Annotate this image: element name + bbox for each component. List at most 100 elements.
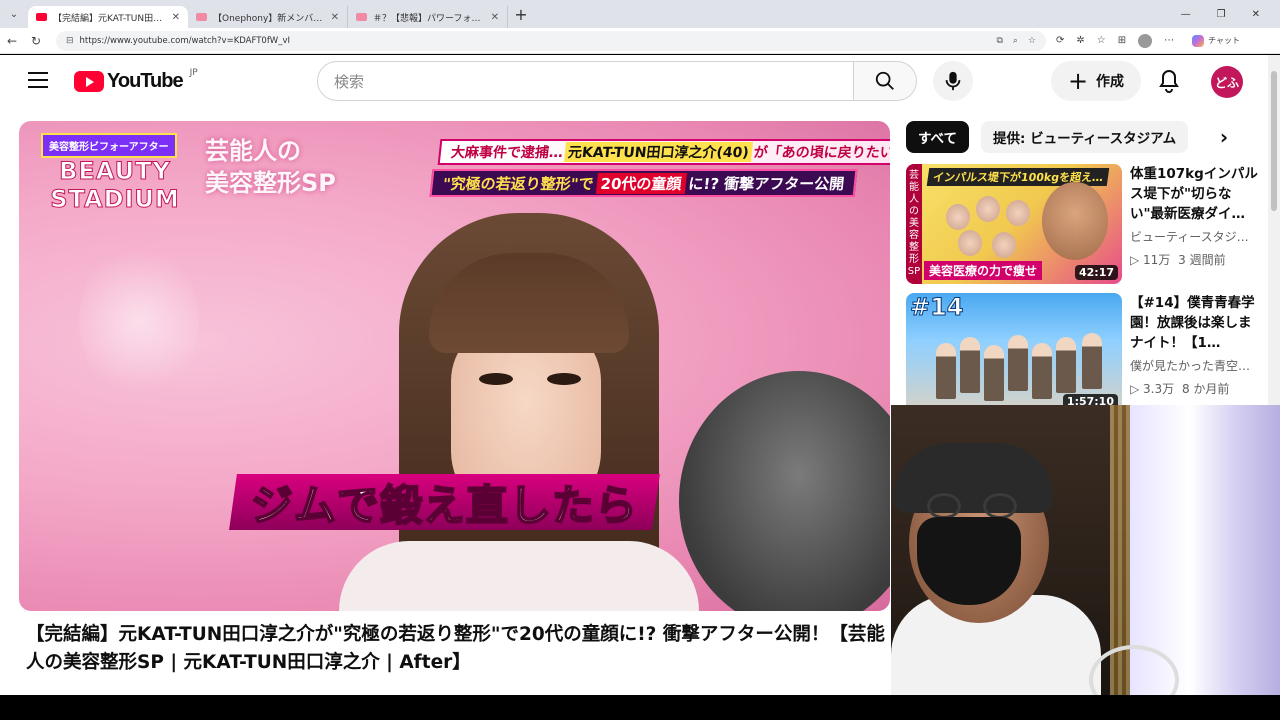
chevron-right-icon[interactable]: › — [1212, 125, 1236, 149]
window-controls: — ❐ ✕ — [1181, 9, 1280, 20]
recommendation-meta: 体重107kgインパルス堤下が"切らない"最新医療ダイ… ビューティースタジ… … — [1130, 164, 1258, 268]
url-actions: ⧉ ⌕ ☆ — [996, 36, 1036, 46]
recommendation-thumbnail[interactable]: #14 1:57:10 — [906, 293, 1122, 413]
url-field[interactable]: ⊟ https://www.youtube.com/watch?v=KDAFT0… — [56, 30, 1046, 51]
play-icon: ▷ — [1130, 253, 1144, 267]
webcam-glasses — [927, 493, 961, 519]
chip-sponsor[interactable]: 提供: ビューティースタジアム — [981, 121, 1189, 153]
account-avatar[interactable]: どふ — [1211, 66, 1243, 98]
recommendation-item[interactable]: 芸能人の美容整形SP インパルス堤下が100kgを超え… 美容医療の力で痩せ 4… — [906, 164, 1266, 284]
favorite-star-icon[interactable]: ☆ — [1028, 36, 1036, 46]
thumb-strip-text: 芸能人の美容整形SP — [906, 164, 922, 284]
create-button[interactable]: + 作成 — [1051, 61, 1141, 101]
site-info-icon[interactable]: ⊟ — [66, 36, 74, 46]
video-frame-interviewer — [679, 371, 890, 611]
close-tab-icon[interactable]: ✕ — [331, 12, 339, 23]
refresh-extension-icon[interactable]: ⟳ — [1056, 35, 1064, 46]
badge-title: BEAUTY STADIUM — [50, 157, 180, 214]
search-icon — [875, 71, 894, 90]
back-arrow-icon[interactable]: ← — [0, 34, 24, 48]
chat-label: チャット — [1208, 36, 1241, 45]
headline-banner-1: 大麻事件で逮捕… 元KAT-TUN田口淳之介(40) が「あの頃に戻りたい」 — [437, 139, 890, 165]
notifications-button[interactable] — [1155, 67, 1183, 95]
recommendation-channel[interactable]: ビューティースタジ… — [1130, 228, 1258, 245]
chip-all[interactable]: すべて — [906, 121, 970, 153]
webcam-hat — [893, 443, 1053, 513]
bell-icon — [1159, 69, 1179, 93]
close-tab-icon[interactable]: ✕ — [172, 12, 180, 23]
headline-banner-2: "究極の若返り整形"で 20代の童顔 に!? 衝撃アフター公開 — [429, 169, 858, 197]
headline1-part-b: 元KAT-TUN田口淳之介(40) — [563, 142, 753, 162]
recommendation-stats: ▷ 11万 3 週間前 — [1130, 251, 1258, 268]
upload-age: 8 か月前 — [1181, 382, 1230, 396]
address-bar-row: ← ↻ ⊟ https://www.youtube.com/watch?v=KD… — [0, 28, 1280, 54]
search-input[interactable]: 検索 — [317, 61, 855, 101]
browser-tab-onephony[interactable]: 【Onephony】新メンバーオーディション ✕ — [188, 6, 348, 28]
reload-icon[interactable]: ↻ — [24, 34, 48, 48]
background-sparkle — [79, 241, 199, 401]
thumb-episode-number: #14 — [910, 293, 965, 322]
tab-favicon-icon — [356, 13, 367, 21]
menu-icon[interactable] — [28, 72, 48, 88]
show-badge: 美容整形ビフォーアフター BEAUTY STADIUM — [41, 133, 189, 221]
tab-title: ＃？【悲報】パワーフォース最終決戦 — [373, 13, 485, 24]
youtube-play-icon — [74, 71, 104, 92]
profile-avatar-icon[interactable] — [1138, 33, 1153, 48]
favorites-icon[interactable]: ☆ — [1097, 35, 1106, 46]
voice-search-button[interactable] — [933, 61, 973, 101]
view-count: 11万 — [1143, 253, 1171, 267]
recommendation-item[interactable]: #14 1:57:10 【#14】僕青青春学園！放課後は楽しまナイト！【1… 僕… — [906, 293, 1266, 413]
headline2-part-a: "究極の若返り整形"で — [442, 174, 595, 193]
youtube-logo[interactable]: YouTube JP — [74, 68, 198, 93]
headline1-part-a: 大麻事件で逮捕… — [450, 145, 564, 161]
tab-list-chevron-icon[interactable]: ⌄ — [0, 0, 28, 28]
zoom-icon[interactable]: ⌕ — [1013, 36, 1018, 46]
translate-icon[interactable]: ⧉ — [996, 36, 1002, 46]
scrollbar-thumb[interactable] — [1271, 71, 1277, 211]
upload-age: 3 週間前 — [1178, 253, 1226, 267]
browser-toolbar: ⟳ ✲ ☆ ⊞ ⋯ チャット — [1056, 33, 1241, 48]
browser-tab-youtube[interactable]: 【完結編】元KAT-TUN田口淳之介 ✕ — [28, 6, 188, 28]
copilot-chat-button[interactable]: チャット — [1192, 34, 1241, 47]
duration-badge: 42:17 — [1074, 265, 1118, 280]
close-window-icon[interactable]: ✕ — [1252, 9, 1260, 20]
caption-text: ジムで鍛え直したら — [250, 480, 639, 531]
headline2-part-c: に!? 衝撃アフター公開 — [687, 174, 846, 193]
video-caption: ジムで鍛え直したら — [229, 474, 660, 531]
url-text: https://www.youtube.com/watch?v=KDAFT0fW… — [79, 35, 291, 46]
video-player[interactable]: 美容整形ビフォーアフター BEAUTY STADIUM 芸能人の 美容整形SP … — [19, 121, 890, 611]
restore-icon[interactable]: ❐ — [1217, 9, 1226, 20]
extensions-icon[interactable]: ✲ — [1076, 35, 1084, 46]
tab-title: 【完結編】元KAT-TUN田口淳之介 — [53, 13, 166, 24]
recommendation-meta: 【#14】僕青青春学園！放課後は楽しまナイト！【1… 僕が見たかった青空… ▷ … — [1130, 293, 1258, 397]
recommendation-stats: ▷ 3.3万 8 か月前 — [1130, 380, 1258, 397]
tab-title: 【Onephony】新メンバーオーディション — [213, 13, 325, 24]
thumb-bottom-text: 美容医療の力で痩せ — [924, 261, 1043, 280]
new-tab-button[interactable]: + — [508, 5, 534, 24]
logo-wordmark: YouTube — [107, 70, 184, 92]
show-title-line2: 美容整形SP — [205, 169, 336, 197]
recommendation-title[interactable]: 体重107kgインパルス堤下が"切らない"最新医療ダイ… — [1130, 164, 1258, 224]
copilot-icon — [1192, 34, 1205, 47]
bottom-black-bar — [0, 696, 1280, 720]
masthead: YouTube JP 検索 + 作成 どふ — [0, 55, 1280, 111]
show-title-line1: 芸能人の — [205, 137, 301, 165]
play-icon: ▷ — [1130, 382, 1144, 396]
recommendation-thumbnail[interactable]: 芸能人の美容整形SP インパルス堤下が100kgを超え… 美容医療の力で痩せ 4… — [906, 164, 1122, 284]
close-tab-icon[interactable]: ✕ — [491, 12, 499, 23]
search-button[interactable] — [853, 61, 917, 101]
region-code: JP — [189, 67, 198, 78]
minimize-icon[interactable]: — — [1181, 9, 1191, 20]
headline1-part-c: が「あの頃に戻りたい」 — [752, 145, 890, 161]
webcam-overlay — [891, 405, 1280, 695]
more-menu-icon[interactable]: ⋯ — [1164, 35, 1174, 46]
youtube-favicon-icon — [36, 13, 47, 21]
browser-tab-powerforce[interactable]: ＃？【悲報】パワーフォース最終決戦 ✕ — [348, 6, 508, 28]
badge-tag: 美容整形ビフォーアフター — [41, 133, 177, 158]
recommendation-channel[interactable]: 僕が見たかった青空… — [1130, 357, 1258, 374]
video-title: 【完結編】元KAT-TUN田口淳之介が"究極の若返り整形"で20代の童顔に!? … — [26, 624, 885, 673]
recommendation-title[interactable]: 【#14】僕青青春学園！放課後は楽しまナイト！【1… — [1130, 293, 1258, 353]
tab-favicon-icon — [196, 13, 207, 21]
collections-icon[interactable]: ⊞ — [1118, 35, 1126, 46]
create-label: 作成 — [1096, 74, 1125, 90]
